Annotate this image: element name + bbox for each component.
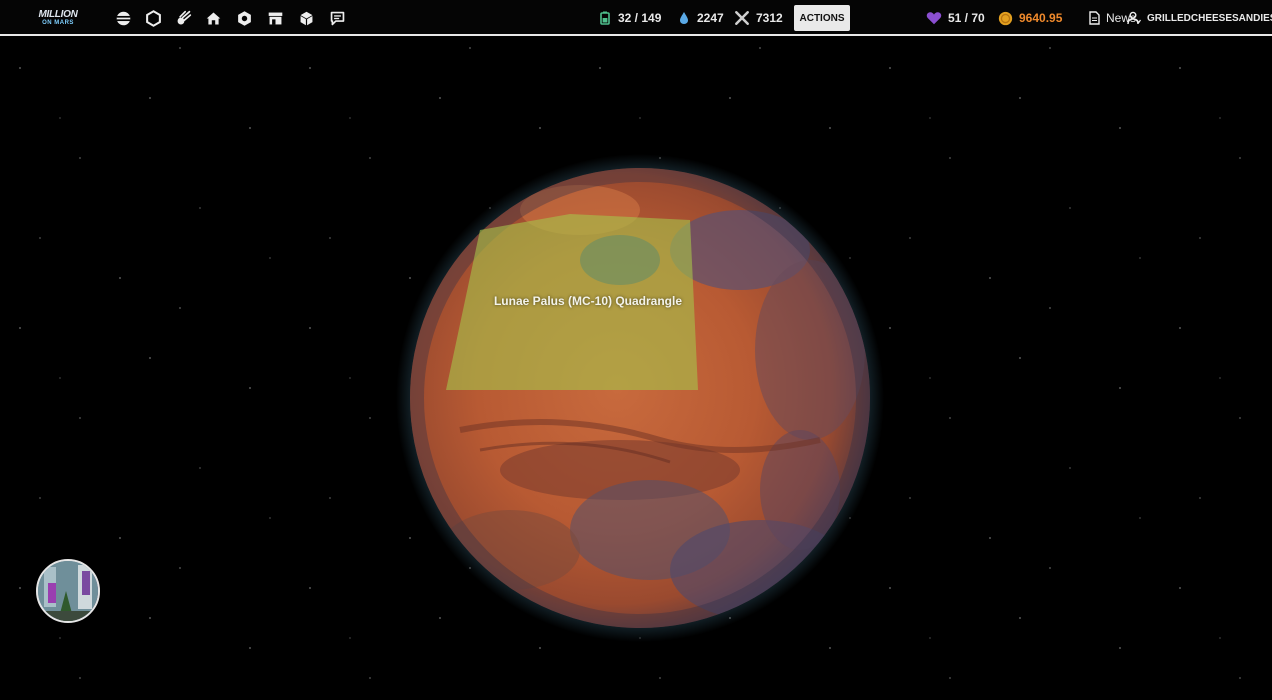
chat-icon[interactable] [328,9,346,27]
game-logo[interactable]: MILLION ON MARS [30,9,86,27]
coins-value: 9640.95 [1019,11,1063,25]
tools-stat[interactable]: 7312 [734,10,783,26]
mars-globe[interactable] [396,154,884,642]
tools-icon [735,11,749,25]
logo-line2: ON MARS [42,20,74,26]
coin-icon [998,11,1013,25]
username: GRILLEDCHEESESANDIES [1147,12,1272,24]
water-value: 2247 [697,11,724,25]
research-icon[interactable] [114,9,132,27]
top-bar: MILLION ON MARS 32 / 149 2247 7312 ACTIO… [0,0,1272,36]
water-stat[interactable]: 2247 [677,10,724,26]
module-icon[interactable] [235,9,253,27]
heart-icon [926,12,942,25]
region-overlay [446,214,698,390]
user-profile[interactable]: GRILLEDCHEESESANDIES [1127,10,1272,26]
player-avatar[interactable] [36,559,100,623]
avatar-image [38,561,98,621]
cube-icon[interactable] [297,9,315,27]
hexagon-icon[interactable] [144,9,162,27]
actions-button[interactable]: ACTIONS [794,5,850,31]
health-stat[interactable]: 51 / 70 [926,10,985,26]
logo-line1: MILLION [38,9,78,20]
home-icon[interactable] [204,9,222,27]
energy-stat[interactable]: 32 / 149 [598,10,661,26]
energy-value: 32 / 149 [618,11,662,25]
health-value: 51 / 70 [948,11,985,25]
battery-icon [600,11,610,25]
store-icon[interactable] [266,9,284,27]
user-icon [1127,11,1141,25]
document-icon [1089,11,1100,25]
tools-value: 7312 [756,11,783,25]
water-drop-icon [680,12,688,24]
meteor-icon[interactable] [174,9,192,27]
coins-stat[interactable]: 9640.95 [998,10,1062,26]
